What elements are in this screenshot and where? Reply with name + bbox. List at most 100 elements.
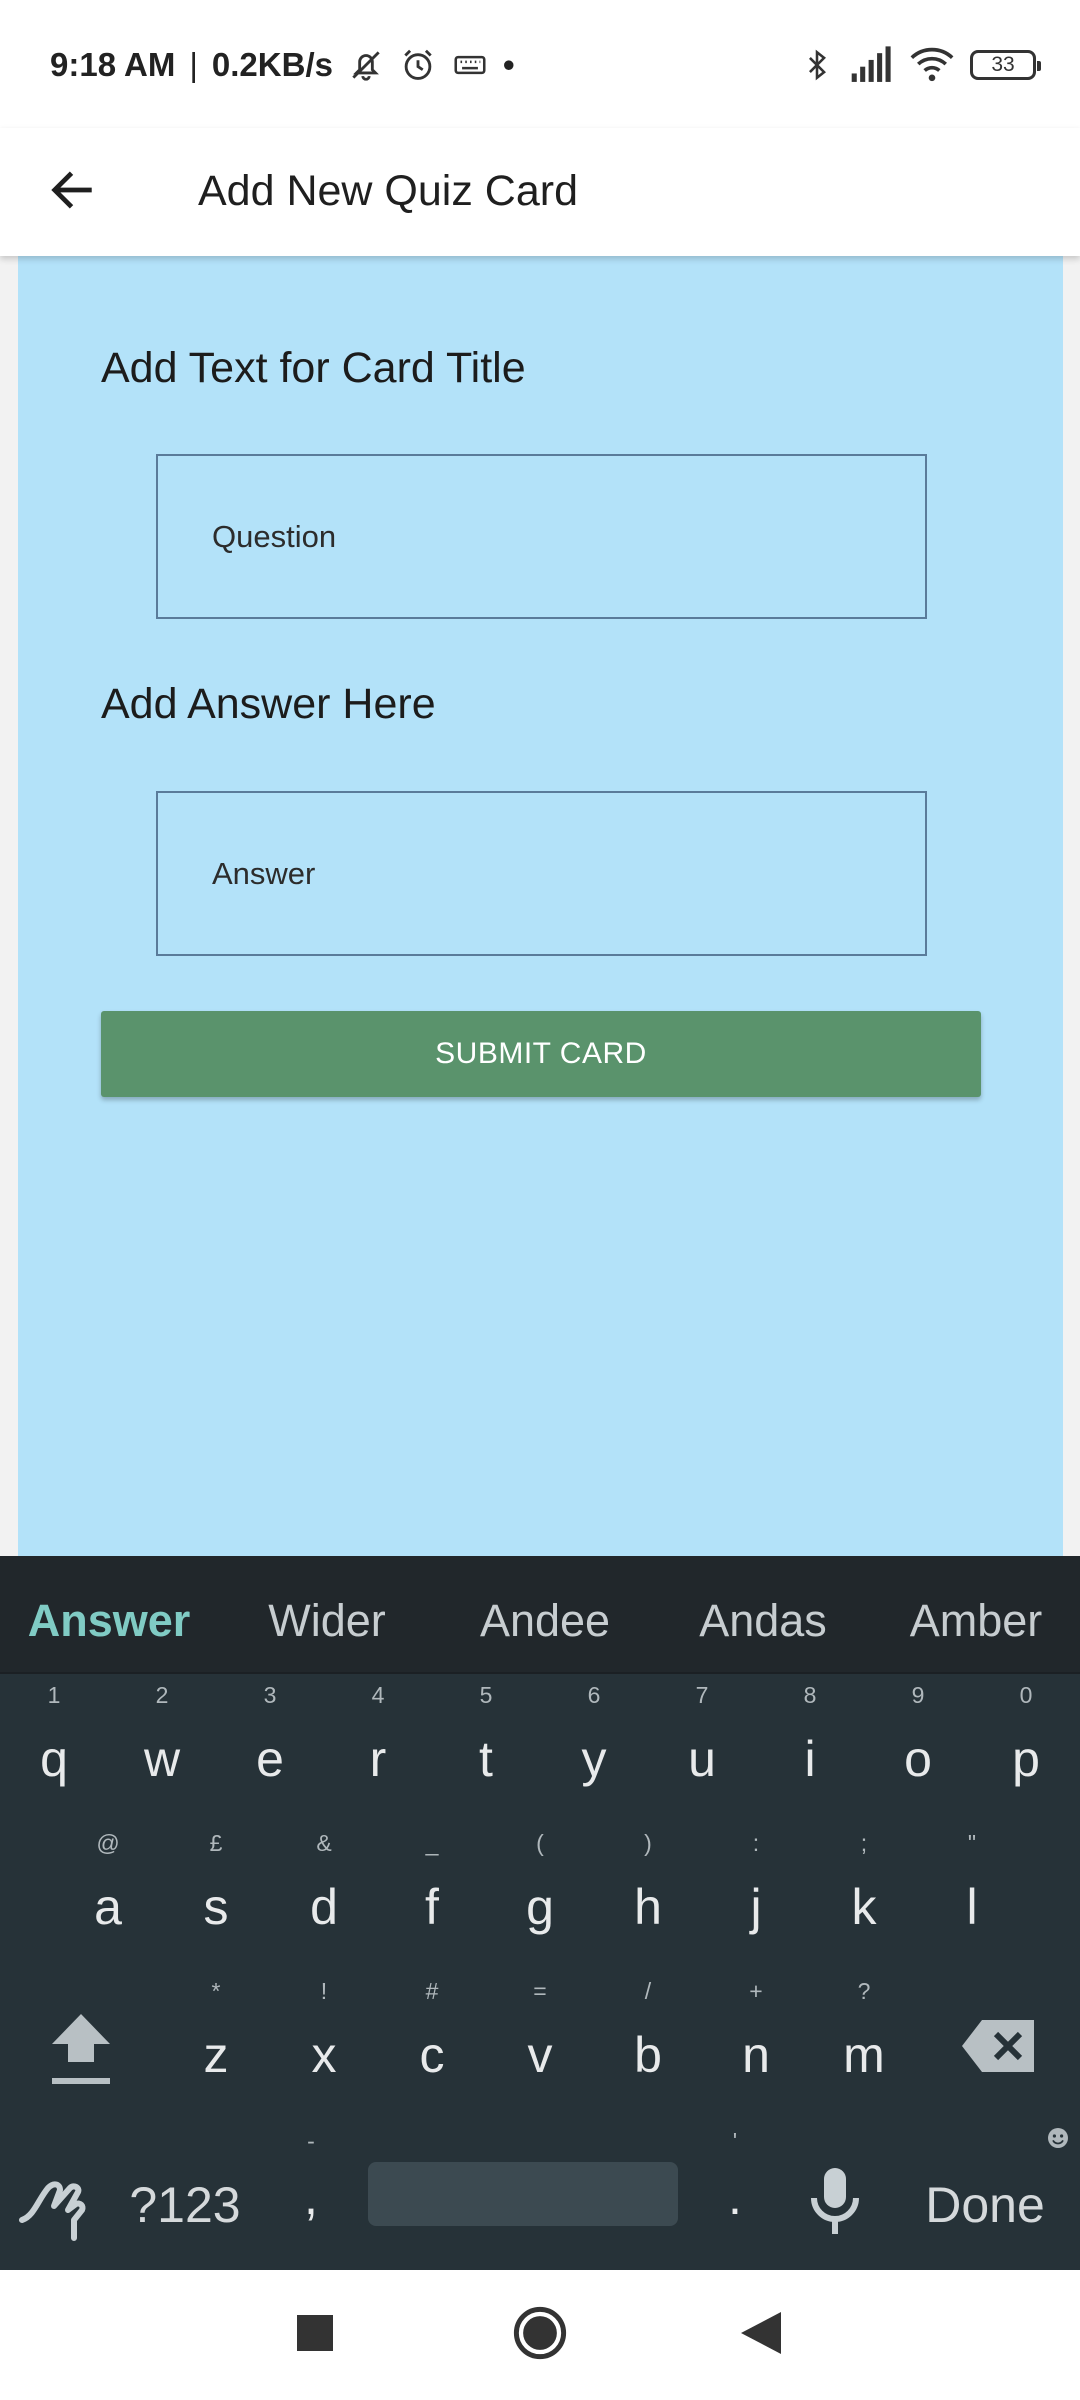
key-s[interactable]: £ s	[162, 1822, 270, 1970]
key-u[interactable]: 7u	[648, 1674, 756, 1822]
key-label: Done	[925, 2177, 1045, 2233]
key-hint: 1	[47, 1682, 61, 1708]
key-hint: )	[644, 1830, 652, 1856]
key-label: b	[634, 2027, 662, 2083]
key-label: x	[311, 2027, 337, 2083]
key-hint: (	[536, 1830, 544, 1856]
key-f[interactable]: _ f	[378, 1822, 486, 1970]
backspace-key[interactable]	[940, 1970, 1062, 2118]
space-bar[interactable]	[368, 2162, 678, 2226]
key-c[interactable]: # c	[378, 1970, 486, 2118]
key-l[interactable]: " l	[918, 1822, 1026, 1970]
key-hint: 6	[587, 1682, 601, 1708]
suggestion-item[interactable]: Andas	[654, 1556, 872, 1674]
key-o[interactable]: 9o	[864, 1674, 972, 1822]
key-hint: &	[316, 1830, 332, 1856]
key-label: z	[203, 2027, 229, 2083]
key-comma[interactable]: - ,	[266, 2118, 356, 2270]
key-x[interactable]: ! x	[270, 1970, 378, 2118]
key-label: h	[634, 1879, 662, 1935]
submit-card-button[interactable]: SUBMIT CARD	[101, 1011, 981, 1097]
key-h[interactable]: ) h	[594, 1822, 702, 1970]
key-e[interactable]: 3e	[216, 1674, 324, 1822]
page-title: Add New Quiz Card	[198, 167, 578, 215]
swipe-hand-icon	[18, 2172, 94, 2247]
suggestion-item[interactable]: Amber	[872, 1556, 1080, 1674]
key-label: p	[1012, 1731, 1040, 1787]
key-t[interactable]: 5t	[432, 1674, 540, 1822]
recents-button[interactable]	[274, 2294, 356, 2376]
key-hint: -	[307, 2128, 315, 2154]
suggestion-item[interactable]: Andee	[436, 1556, 654, 1674]
key-hint: =	[533, 1978, 547, 2004]
key-label: i	[804, 1731, 816, 1787]
key-w[interactable]: 2w	[108, 1674, 216, 1822]
key-hint: 7	[695, 1682, 709, 1708]
key-hint: 2	[155, 1682, 169, 1708]
key-label: c	[419, 2027, 445, 2083]
alarm-icon	[399, 46, 437, 84]
key-m[interactable]: ? m	[810, 1970, 918, 2118]
suggestion-item[interactable]: Wider	[218, 1556, 436, 1674]
key-r[interactable]: 4r	[324, 1674, 432, 1822]
status-dot: •	[502, 46, 515, 83]
status-bar: 9:18 AM | 0.2KB/s • 33	[0, 0, 1080, 128]
key-label: t	[479, 1731, 493, 1787]
key-label: v	[527, 2027, 553, 2083]
quiz-card-form: Add Text for Card Title Add Answer Here …	[18, 256, 1063, 1556]
key-v[interactable]: = v	[486, 1970, 594, 2118]
key-p[interactable]: 0p	[972, 1674, 1080, 1822]
key-hint: ?	[857, 1978, 871, 2004]
key-hint: '	[732, 2128, 738, 2154]
key-d[interactable]: & d	[270, 1822, 378, 1970]
key-j[interactable]: :j	[702, 1822, 810, 1970]
key-period[interactable]: ' .	[690, 2118, 780, 2270]
key-n[interactable]: + n	[702, 1970, 810, 2118]
app-bar: Add New Quiz Card	[0, 128, 1080, 256]
key-label: u	[688, 1731, 716, 1787]
shift-key[interactable]	[20, 1970, 142, 2118]
microphone-icon	[808, 2166, 862, 2241]
key-label: l	[966, 1879, 978, 1935]
back-button[interactable]	[30, 150, 114, 234]
gesture-typing-key[interactable]	[10, 2118, 100, 2270]
done-key[interactable]: Done	[890, 2118, 1080, 2270]
key-k[interactable]: ; k	[810, 1822, 918, 1970]
key-a[interactable]: @ a	[54, 1822, 162, 1970]
back-nav-button[interactable]	[720, 2294, 802, 2376]
home-circle-icon	[513, 2306, 567, 2365]
key-label: d	[310, 1879, 338, 1935]
key-label: j	[750, 1879, 762, 1935]
key-g[interactable]: (g	[486, 1822, 594, 1970]
status-net-speed: 0.2KB/s	[211, 46, 333, 83]
key-hint: 4	[371, 1682, 385, 1708]
key-label: o	[904, 1731, 932, 1787]
backspace-icon	[960, 2018, 1038, 2079]
key-label: ?123	[129, 2177, 241, 2233]
key-hint: 3	[263, 1682, 277, 1708]
key-z[interactable]: * z	[162, 1970, 270, 2118]
recents-square-icon	[297, 2314, 333, 2356]
key-i[interactable]: 8i	[756, 1674, 864, 1822]
answer-label: Add Answer Here	[101, 680, 436, 728]
key-b[interactable]: / b	[594, 1970, 702, 2118]
answer-field-container	[156, 791, 927, 956]
key-y[interactable]: 6y	[540, 1674, 648, 1822]
key-label: k	[851, 1879, 877, 1935]
key-hint: @	[96, 1830, 120, 1856]
suggestion-item[interactable]: Answer	[0, 1556, 218, 1674]
key-hint: 8	[803, 1682, 817, 1708]
home-button[interactable]	[499, 2294, 581, 2376]
key-q[interactable]: 1q	[0, 1674, 108, 1822]
question-input[interactable]	[158, 456, 925, 617]
symbols-key[interactable]: ?123	[110, 2118, 260, 2270]
key-label: m	[843, 2027, 885, 2083]
key-hint: :	[752, 1830, 760, 1856]
voice-input-key[interactable]	[790, 2118, 880, 2270]
answer-input[interactable]	[158, 793, 925, 954]
key-label: g	[526, 1879, 554, 1935]
shift-icon	[48, 2010, 114, 2095]
mute-icon	[347, 46, 385, 84]
soft-keyboard: Answer Wider Andee Andas Amber 1q 2w 3e …	[0, 1556, 1080, 2270]
key-hint: 9	[911, 1682, 925, 1708]
